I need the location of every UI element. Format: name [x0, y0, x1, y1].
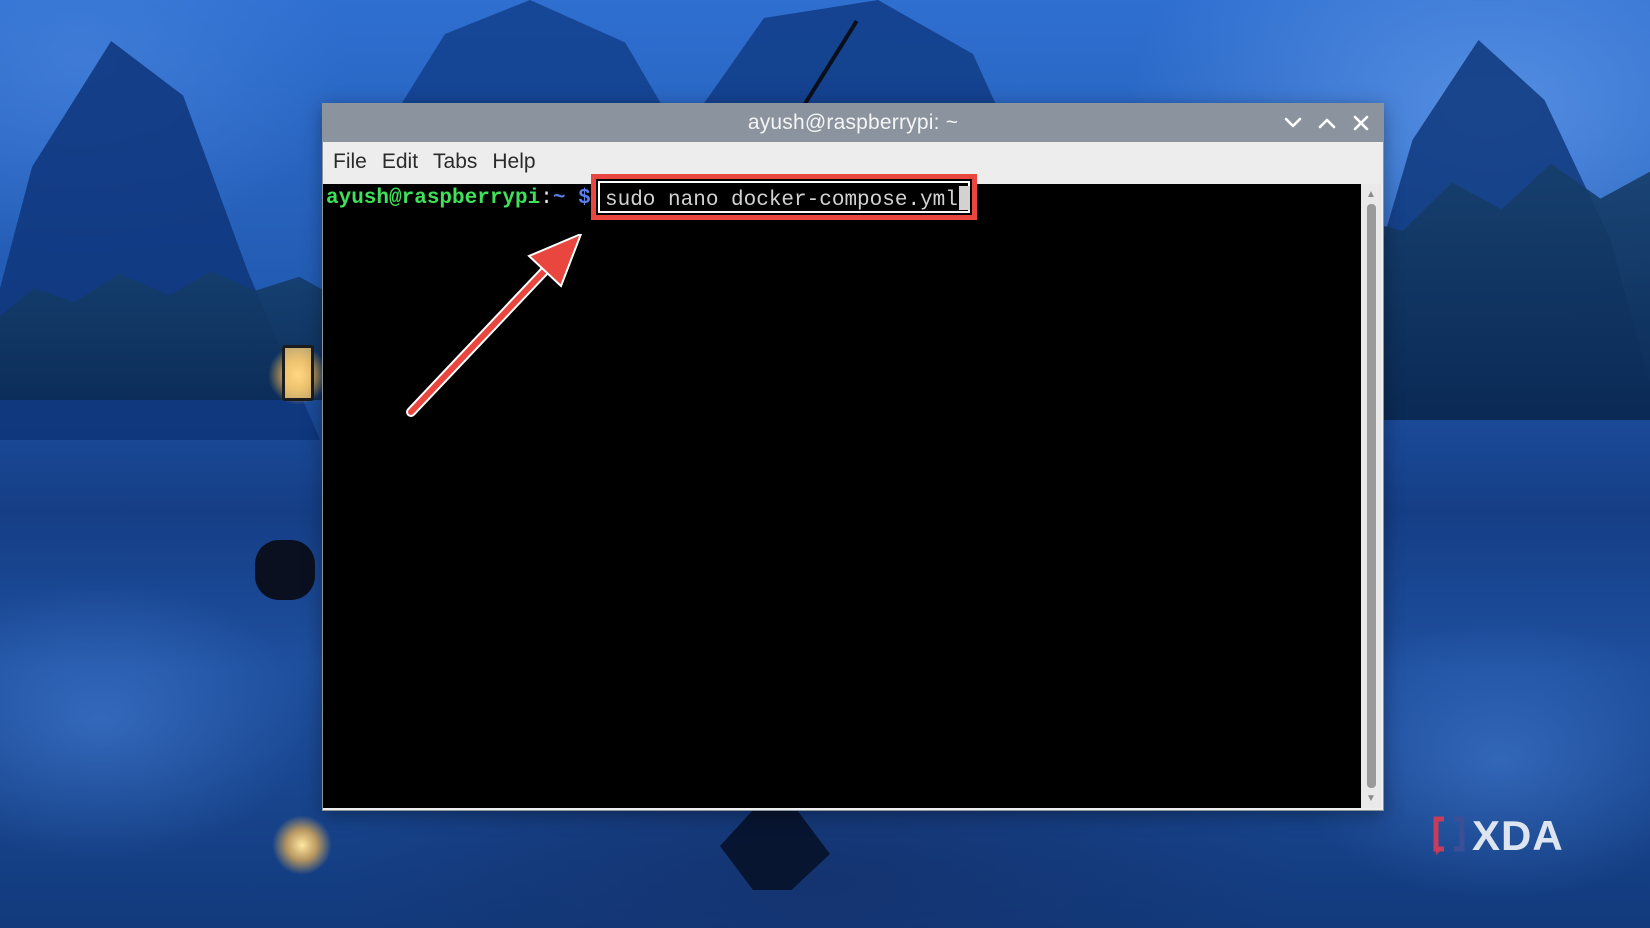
scroll-up-icon[interactable]: ▲ — [1361, 186, 1381, 202]
window-title: ayush@raspberrypi: ~ — [747, 111, 959, 134]
close-button[interactable] — [1349, 111, 1373, 135]
prompt-path: ~ — [552, 187, 566, 210]
window-controls — [1281, 104, 1373, 142]
vertical-scrollbar[interactable]: ▲ ▼ — [1361, 184, 1381, 808]
wallpaper-lantern-reflection — [272, 815, 332, 875]
terminal-window: ayush@raspberrypi: ~ File Edit Tabs Help… — [322, 103, 1384, 811]
wallpaper-boat — [255, 540, 315, 600]
chevron-down-icon — [1284, 117, 1302, 128]
prompt-line: ayush@raspberrypi:~ $ — [326, 186, 591, 212]
watermark: XDA — [1432, 812, 1564, 860]
xda-logo-icon — [1433, 816, 1465, 855]
menu-tabs[interactable]: Tabs — [431, 146, 486, 178]
maximize-button[interactable] — [1315, 111, 1339, 135]
menu-help[interactable]: Help — [490, 146, 544, 178]
annotation-arrow-icon — [406, 234, 583, 417]
command-text: sudo nano docker-compose.yml — [605, 189, 958, 212]
window-titlebar[interactable]: ayush@raspberrypi: ~ — [323, 104, 1383, 142]
close-icon — [1353, 115, 1369, 131]
terminal-output[interactable]: ayush@raspberrypi:~ $ sudo nano docker-c… — [323, 174, 1361, 808]
prompt-colon: : — [540, 187, 553, 210]
terminal-area: ayush@raspberrypi:~ $ sudo nano docker-c… — [323, 174, 1381, 808]
chevron-up-icon — [1318, 118, 1336, 129]
command-line: sudo nano docker-compose.yml — [605, 186, 970, 214]
scrollbar-thumb[interactable] — [1367, 204, 1376, 788]
minimize-button[interactable] — [1281, 111, 1305, 135]
menu-edit[interactable]: Edit — [380, 146, 427, 178]
scroll-down-icon[interactable]: ▼ — [1361, 790, 1381, 806]
prompt-user: ayush@raspberrypi — [326, 187, 541, 210]
text-cursor — [958, 186, 970, 210]
menu-file[interactable]: File — [331, 146, 376, 178]
prompt-symbol: $ — [578, 187, 591, 210]
wallpaper-lantern — [282, 345, 314, 401]
watermark-text: XDA — [1472, 812, 1564, 859]
